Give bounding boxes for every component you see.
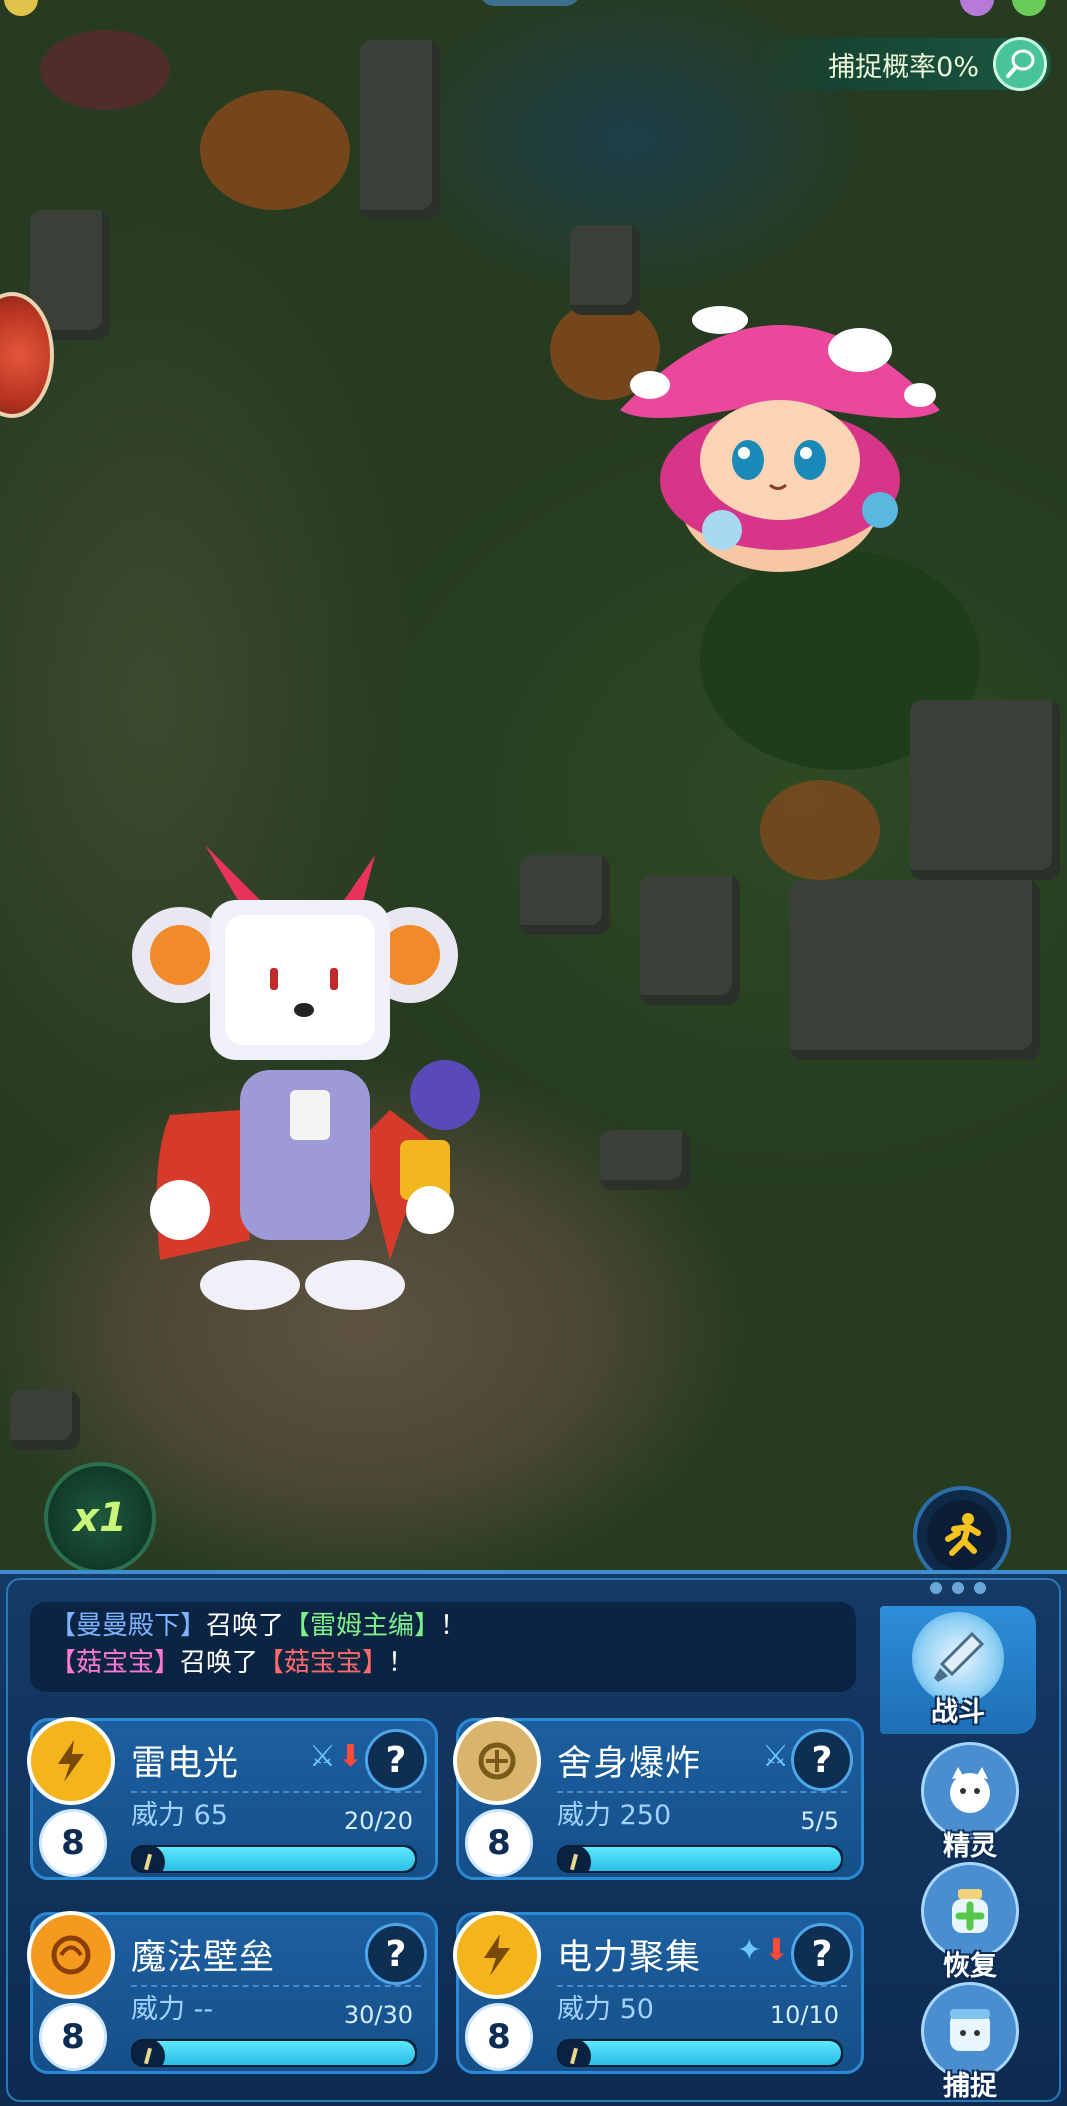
speed-label: x1 [73, 1495, 127, 1541]
top-right-orb-1 [960, 0, 994, 16]
skill-tags: ⚔ [762, 1739, 789, 1774]
speed-toggle-button[interactable]: x1 [44, 1462, 156, 1574]
skill-name: 舍身爆炸 [557, 1744, 702, 1784]
top-center-orb [480, 0, 580, 6]
bush [40, 30, 170, 110]
capture-label: 捕捉 [943, 2071, 997, 2102]
tab-battle-label: 战斗 [931, 1697, 985, 1728]
spirit-label: 精灵 [943, 1831, 997, 1862]
skill-power: 威力 65 [131, 1800, 228, 1831]
rock [640, 875, 740, 1005]
run-icon [945, 1513, 981, 1556]
log-summoner: 【菇宝宝】 [50, 1648, 181, 1678]
sword-icon: ⚔ [762, 1739, 789, 1774]
skill-help-button[interactable]: ? [365, 1923, 427, 1985]
bar-knob [559, 1847, 591, 1871]
capture-rate-text: 捕捉概率0% [828, 51, 979, 83]
top-left-orb [4, 0, 38, 16]
skill-help-button[interactable]: ? [791, 1729, 853, 1791]
skill-pp-count: 30/30 [343, 2001, 413, 2029]
recover-label: 恢复 [943, 1951, 997, 1982]
sparkle-icon: ✦ [736, 1933, 762, 1968]
lightning-icon [27, 1717, 115, 1805]
page-dots [930, 1582, 986, 1594]
rock [360, 40, 440, 220]
skill-card[interactable]: 电力聚集 ✦ ⬇ ? 威力 50 10/10 8 [453, 1911, 864, 2074]
skill-help-button[interactable]: ? [791, 1923, 853, 1985]
skill-pp-bar-fill [133, 2041, 415, 2065]
player-pet-reporter-bear [130, 840, 500, 1330]
sword-icon: ⚔ [308, 1739, 336, 1774]
lightning-icon [453, 1911, 541, 1999]
debuff-arrow-icon: ⬇ [337, 1739, 363, 1774]
battle-command-panel: 【曼曼殿下】召唤了【雷姆主编】！ 【菇宝宝】召唤了【菇宝宝】！ 雷电光 ⚔ ⬇ … [0, 1570, 1067, 2106]
skill-card[interactable]: 魔法壁垒 ? 威力 -- 30/30 8 [27, 1911, 438, 2074]
skill-pp-bar-fill [559, 2041, 841, 2065]
skill-power: 威力 50 [557, 1994, 654, 2025]
log-summoner: 【曼曼殿下】 [50, 1611, 207, 1641]
rock [910, 700, 1060, 880]
magic-barrier-icon [27, 1911, 115, 1999]
capture-net-icon [993, 37, 1047, 91]
skill-pp-bar-fill [133, 1847, 415, 1871]
skill-pp-bar [131, 1845, 417, 1873]
skill-pp-bar [557, 1845, 843, 1873]
skill-name: 魔法壁垒 [131, 1938, 276, 1978]
battle-scene: 捕捉概率0% x1 【曼曼殿下】召唤了【雷姆主编】！ 【菇宝宝】召唤了【菇宝宝】… [0, 0, 1067, 2106]
skill-pp-badge: 8 [465, 2003, 533, 2071]
enemy-pet-mushroom [610, 280, 950, 580]
log-pet: 【雷姆主编】 [284, 1611, 441, 1641]
rock [600, 1130, 690, 1190]
skill-pp-badge: 8 [39, 2003, 107, 2071]
skill-tags: ⚔ ⬇ [309, 1739, 363, 1774]
skill-help-button[interactable]: ? [365, 1729, 427, 1791]
skill-tags: ✦ ⬇ [737, 1933, 789, 1968]
bush [760, 780, 880, 880]
battle-log-line: 【菇宝宝】召唤了【菇宝宝】！ [50, 1645, 836, 1682]
rock [520, 855, 610, 935]
battle-log: 【曼曼殿下】召唤了【雷姆主编】！ 【菇宝宝】召唤了【菇宝宝】！ [30, 1602, 856, 1692]
skill-pp-count: 20/20 [343, 1807, 413, 1835]
skill-pp-badge: 8 [39, 1809, 107, 1877]
bar-knob [133, 2041, 165, 2065]
rock [10, 1390, 80, 1450]
log-end: ！ [440, 1611, 467, 1641]
skill-name: 电力聚集 [557, 1938, 702, 1978]
log-pet: 【菇宝宝】 [258, 1648, 389, 1678]
bar-knob [559, 2041, 591, 2065]
battle-log-line: 【曼曼殿下】召唤了【雷姆主编】！ [50, 1608, 836, 1645]
skill-power: 威力 -- [131, 1994, 214, 2025]
skill-pp-badge: 8 [465, 1809, 533, 1877]
top-right-orb-2 [1012, 0, 1046, 16]
bar-knob [133, 1847, 165, 1871]
skill-power: 威力 250 [557, 1800, 672, 1831]
capture-rate-indicator: 捕捉概率0% [751, 37, 1051, 91]
skill-pp-bar [557, 2039, 843, 2067]
skill-pp-count: 5/5 [800, 1807, 839, 1835]
log-verb: 召唤了 [206, 1611, 285, 1641]
spirit-button[interactable]: 精灵 [905, 1742, 1035, 1872]
log-end: ！ [388, 1648, 415, 1678]
skill-pp-count: 10/10 [769, 2001, 839, 2029]
rock [790, 880, 1040, 1060]
skill-pp-bar-fill [559, 1847, 841, 1871]
explosion-icon [453, 1717, 541, 1805]
tab-battle[interactable]: 战斗 [880, 1606, 1036, 1734]
capture-button[interactable]: 捕捉 [905, 1982, 1035, 2106]
skill-pp-bar [131, 2039, 417, 2067]
bush [200, 90, 350, 210]
skill-card[interactable]: 雷电光 ⚔ ⬇ ? 威力 65 20/20 8 [27, 1717, 438, 1880]
skill-card[interactable]: 舍身爆炸 ⚔ ? 威力 250 5/5 8 [453, 1717, 864, 1880]
skill-name: 雷电光 [131, 1744, 240, 1784]
recover-button[interactable]: 恢复 [905, 1862, 1035, 1992]
debuff-arrow-icon: ⬇ [763, 1933, 789, 1968]
log-verb: 召唤了 [180, 1648, 259, 1678]
